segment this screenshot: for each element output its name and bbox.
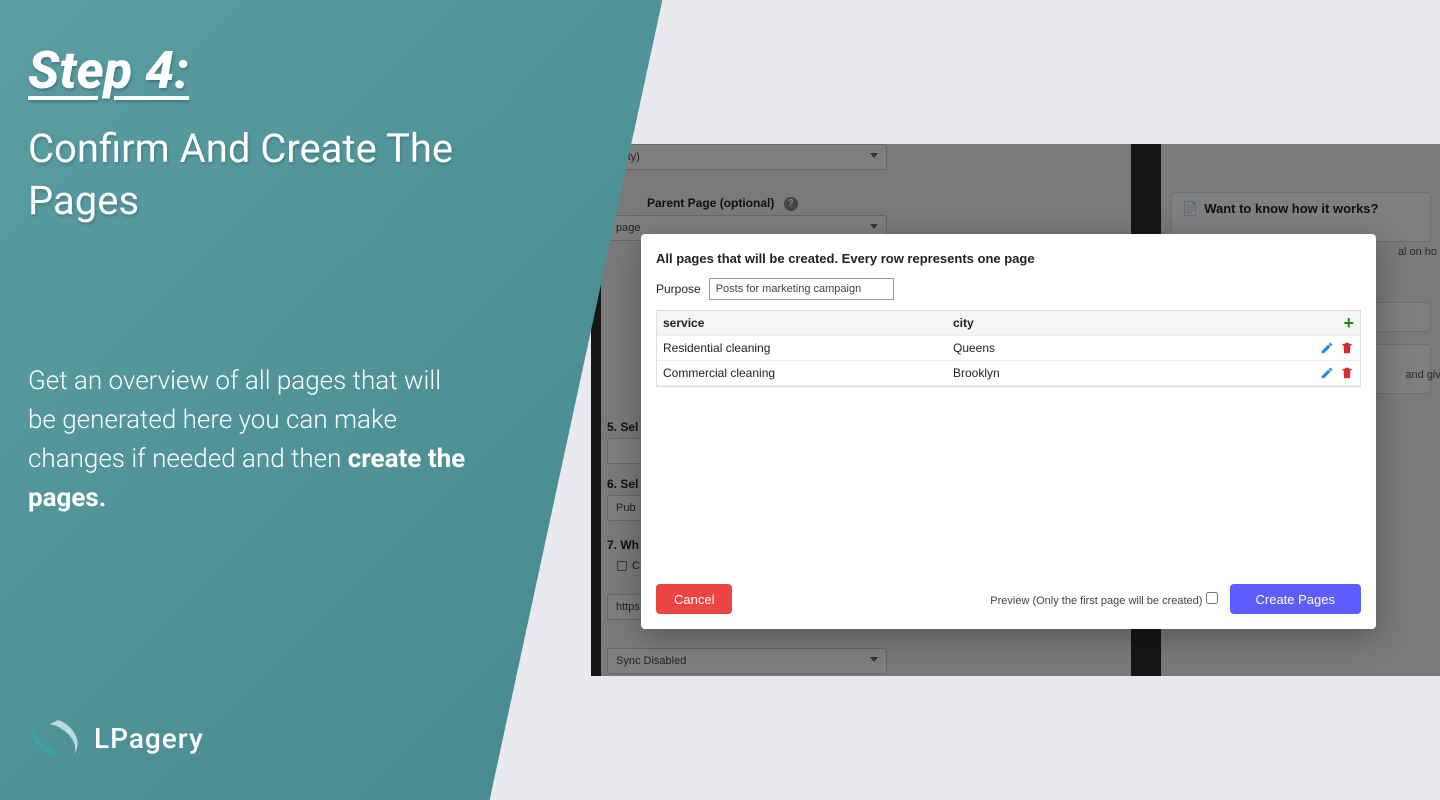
- cell-city: Queens: [953, 341, 1284, 355]
- create-pages-button[interactable]: Create Pages: [1230, 584, 1362, 614]
- logo: LPagery: [30, 716, 204, 760]
- step-description: Get an overview of all pages that will b…: [28, 362, 473, 518]
- logo-icon: [30, 716, 80, 760]
- add-row-button[interactable]: +: [1343, 313, 1354, 334]
- logo-text: LPagery: [94, 722, 204, 755]
- edit-row-button[interactable]: [1320, 341, 1334, 356]
- delete-row-button[interactable]: [1340, 366, 1354, 381]
- table-row: Residential cleaning Queens: [657, 336, 1360, 361]
- delete-row-button[interactable]: [1340, 341, 1354, 356]
- pages-table: service city + Residential cleaning Quee…: [656, 310, 1361, 387]
- embedded-screenshot: (city) Parent Page (optional) ? page 5. …: [591, 144, 1440, 676]
- table-row: Commercial cleaning Brooklyn: [657, 361, 1360, 386]
- cell-service: Commercial cleaning: [663, 366, 953, 380]
- edit-row-button[interactable]: [1320, 366, 1334, 381]
- modal-title: All pages that will be created. Every ro…: [641, 234, 1376, 278]
- preview-checkbox-label[interactable]: Preview (Only the first page will be cre…: [990, 592, 1217, 607]
- step-title: Step 4:: [28, 40, 538, 101]
- table-header-row: service city +: [657, 311, 1360, 336]
- cell-city: Brooklyn: [953, 366, 1284, 380]
- preview-checkbox[interactable]: [1206, 592, 1218, 604]
- header-service: service: [663, 316, 953, 330]
- cancel-button[interactable]: Cancel: [656, 584, 732, 614]
- purpose-input[interactable]: [709, 278, 894, 300]
- header-city: city: [953, 316, 1284, 330]
- preview-label-text: Preview (Only the first page will be cre…: [990, 595, 1202, 607]
- purpose-label: Purpose: [656, 282, 701, 296]
- step-subtitle: Confirm And Create The Pages: [28, 123, 538, 227]
- cell-service: Residential cleaning: [663, 341, 953, 355]
- confirm-pages-modal: All pages that will be created. Every ro…: [641, 234, 1376, 629]
